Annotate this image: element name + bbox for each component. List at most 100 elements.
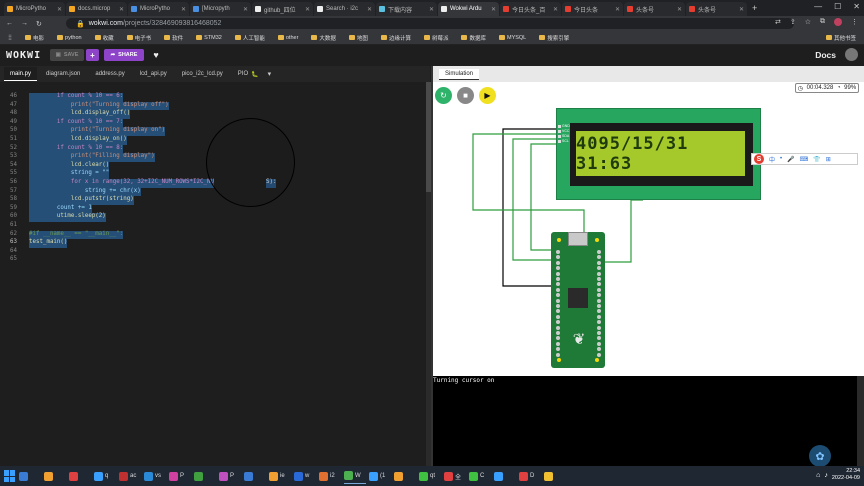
bookmark-item[interactable]: 大数据: [311, 34, 336, 42]
taskbar-app[interactable]: [494, 469, 516, 484]
taskbar-app[interactable]: [19, 469, 41, 484]
pico-pin[interactable]: [597, 277, 601, 281]
profile-icon[interactable]: [834, 18, 842, 26]
bookmark-star-icon[interactable]: ☆: [805, 18, 811, 26]
bookmark-item[interactable]: other: [277, 35, 298, 41]
floating-assistant-icon[interactable]: ✿: [809, 445, 831, 467]
editor-tab[interactable]: address.py: [89, 67, 130, 81]
tab-close-icon[interactable]: ✕: [491, 6, 496, 13]
share-button[interactable]: ➦ SHARE: [104, 49, 144, 61]
browser-tab[interactable]: docs.microp ✕: [66, 2, 127, 16]
pico-pin[interactable]: [556, 271, 560, 276]
pico-pin[interactable]: [556, 341, 560, 346]
new-tab-button[interactable]: +: [752, 3, 757, 13]
ime-tool-icon[interactable]: ⌨: [800, 156, 809, 163]
code-line[interactable]: 60 utime.sleep(2): [0, 213, 426, 222]
taskbar-app[interactable]: C: [469, 469, 491, 484]
editor-tab[interactable]: pico_i2c_lcd.py: [176, 67, 229, 81]
code-line[interactable]: 50 print("Turning display on"): [0, 127, 426, 136]
code-line[interactable]: 49 if count % 10 == 7:: [0, 118, 426, 128]
user-avatar[interactable]: [845, 48, 858, 61]
bookmark-item[interactable]: 边缘计算: [380, 34, 411, 42]
bookmark-item[interactable]: python: [57, 35, 82, 41]
pico-pin[interactable]: [597, 304, 601, 308]
serial-scrollbar[interactable]: [857, 376, 864, 466]
browser-tab[interactable]: MicroPytho ✕: [4, 2, 65, 16]
code-line[interactable]: 65: [0, 256, 426, 265]
code-line[interactable]: 59 count += 1: [0, 204, 426, 214]
browser-tab[interactable]: 今日头条_百 ✕: [500, 2, 561, 16]
pico-pin[interactable]: [597, 298, 601, 303]
bookmark-item[interactable]: 搜索引擎: [539, 34, 569, 42]
pico-pin[interactable]: [597, 314, 601, 319]
taskbar-app[interactable]: (1: [369, 469, 391, 484]
sogou-ime-icon[interactable]: S: [754, 154, 764, 164]
bookmark-item[interactable]: 地图: [348, 34, 368, 42]
tab-close-icon[interactable]: ✕: [57, 6, 62, 13]
bookmark-item[interactable]: 电影: [25, 34, 44, 42]
ime-tool-icon[interactable]: ⊞: [826, 156, 831, 163]
tabs-menu-chevron-icon[interactable]: ▾: [268, 70, 272, 78]
taskbar-app[interactable]: [69, 469, 91, 484]
taskbar-app[interactable]: w: [294, 469, 316, 484]
code-line[interactable]: 48 lcd.display_off(): [0, 110, 426, 119]
taskbar-app[interactable]: [394, 469, 416, 484]
network-icon[interactable]: ⌂: [816, 472, 820, 479]
maximize-icon[interactable]: ☐: [834, 2, 841, 11]
code-line[interactable]: 64: [0, 248, 426, 257]
taskbar-app[interactable]: W: [344, 469, 366, 484]
browser-tab[interactable]: 头条号 ✕: [686, 2, 747, 16]
taskbar-app[interactable]: D: [519, 469, 541, 484]
taskbar-app[interactable]: P: [219, 469, 241, 484]
ime-tool-icon[interactable]: 🎤: [787, 156, 794, 163]
code-line[interactable]: 58 lcd.putstr(string): [0, 196, 426, 205]
docs-link[interactable]: Docs: [815, 50, 836, 60]
tab-close-icon[interactable]: ✕: [305, 6, 310, 13]
save-button[interactable]: ▣ SAVE: [50, 49, 84, 61]
reload-icon[interactable]: ↻: [36, 20, 42, 28]
pico-pin[interactable]: [597, 325, 601, 330]
bookmark-item[interactable]: STM32: [196, 35, 222, 41]
pico-pin[interactable]: [597, 271, 601, 276]
bookmark-item[interactable]: 电子书: [126, 34, 151, 42]
editor-tab[interactable]: main.py: [4, 67, 38, 81]
code-line[interactable]: 62 #if __name__ == "__main__":: [0, 230, 426, 240]
taskbar-app[interactable]: [244, 469, 266, 484]
browser-tab[interactable]: Search · i2c ✕: [314, 2, 375, 16]
like-heart-icon[interactable]: ♥: [150, 49, 162, 61]
close-window-icon[interactable]: ✕: [853, 2, 860, 11]
taskbar-app[interactable]: ac: [119, 469, 141, 484]
taskbar-app[interactable]: P: [169, 469, 191, 484]
browser-tab[interactable]: MicroPytho ✕: [128, 2, 189, 16]
pico-pin[interactable]: [556, 277, 560, 281]
back-icon[interactable]: ←: [6, 20, 13, 27]
taskbar-app[interactable]: qt: [419, 469, 441, 484]
tab-close-icon[interactable]: ✕: [119, 6, 124, 13]
ime-tool-icon[interactable]: 👕: [813, 156, 820, 163]
share-icon[interactable]: ⇪: [790, 18, 796, 26]
tab-close-icon[interactable]: ✕: [181, 6, 186, 13]
taskbar-app[interactable]: 全: [444, 469, 466, 484]
other-bookmarks[interactable]: 其他书签: [825, 34, 856, 42]
pico-pin[interactable]: [556, 331, 560, 335]
taskbar-app[interactable]: i2: [319, 469, 341, 484]
code-line[interactable]: 47 print("Turning display off"): [0, 101, 426, 111]
windows-start-icon[interactable]: [4, 470, 16, 482]
tab-close-icon[interactable]: ✕: [739, 6, 744, 13]
translate-icon[interactable]: ⇄: [775, 18, 781, 26]
taskbar-app[interactable]: q: [94, 469, 116, 484]
pico-pin[interactable]: [597, 287, 601, 292]
address-bar[interactable]: 🔒 wokwi.com /projects/328469093816468052: [66, 18, 794, 29]
pico-pin[interactable]: [556, 287, 560, 292]
tab-close-icon[interactable]: ✕: [553, 6, 558, 13]
pico-pin[interactable]: [556, 314, 560, 319]
editor-tab[interactable]: diagram.json: [40, 67, 86, 81]
taskbar-app[interactable]: [544, 469, 566, 484]
code-line[interactable]: 46 if count % 10 == 6:: [0, 93, 426, 102]
browser-tab[interactable]: 头条号 ✕: [624, 2, 685, 16]
tab-close-icon[interactable]: ✕: [615, 6, 620, 13]
pico-pin[interactable]: [556, 325, 560, 330]
code-line[interactable]: 61: [0, 222, 426, 231]
editor-tab[interactable]: lcd_api.py: [134, 67, 173, 81]
volume-icon[interactable]: ♪: [824, 472, 828, 479]
